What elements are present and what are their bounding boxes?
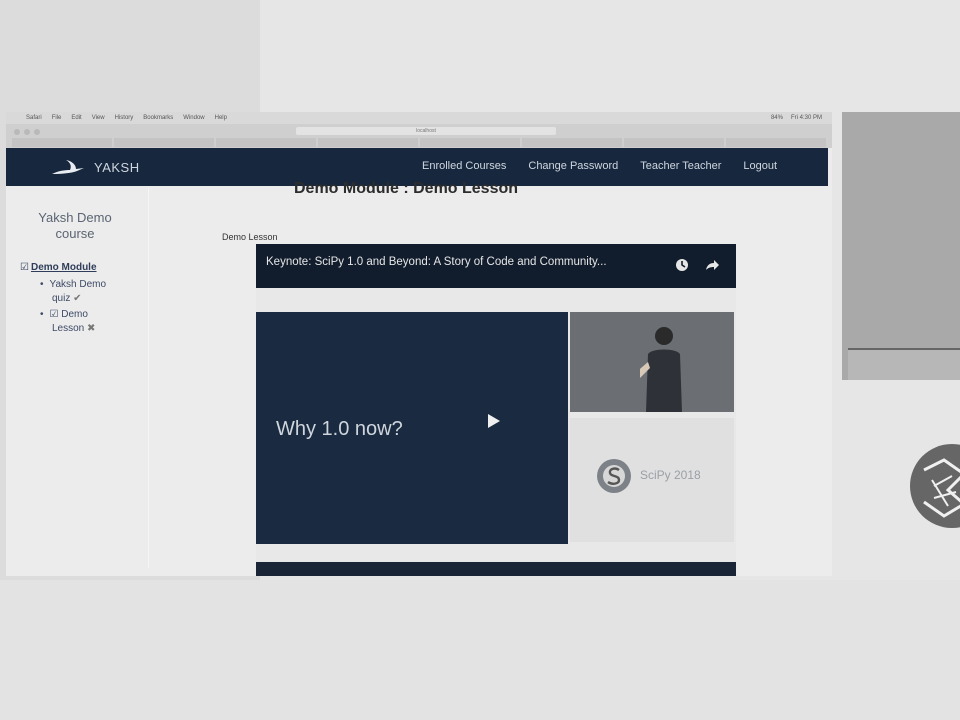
bookmarks-bar (12, 138, 826, 147)
checkbox-icon: ☑ (49, 309, 59, 320)
video-title-bar: Keynote: SciPy 1.0 and Beyond: A Story o… (256, 244, 736, 288)
side-camera-floor (848, 350, 960, 380)
cross-icon: ✖ (87, 323, 96, 334)
menu-history[interactable]: History (115, 115, 134, 121)
bookmark-item[interactable] (420, 138, 520, 147)
side-camera-view (842, 112, 960, 380)
battery-percent: 84% (770, 115, 783, 121)
nav-enrolled-courses[interactable]: Enrolled Courses (422, 160, 506, 172)
sponsor-panel: SciPy 2018 (570, 418, 734, 542)
share-arrow-icon (706, 260, 719, 270)
list-item-quiz[interactable]: • Yaksh Demo quiz ✔ (40, 278, 106, 306)
video-title[interactable]: Keynote: SciPy 1.0 and Beyond: A Story o… (266, 256, 607, 268)
bookmark-item[interactable] (318, 138, 418, 147)
lesson-label-line1[interactable]: Demo (61, 309, 88, 320)
menu-window[interactable]: Window (183, 115, 204, 121)
menu-view[interactable]: View (92, 115, 105, 121)
presentation-slide: Why 1.0 now? (256, 312, 568, 544)
clock-icon (676, 259, 688, 271)
brand-name: YAKSH (94, 159, 140, 175)
nav-links: Enrolled Courses Change Password Teacher… (422, 160, 799, 172)
nav-user-menu[interactable]: Teacher Teacher (640, 160, 721, 172)
play-icon[interactable] (488, 414, 500, 428)
quiz-label-line2[interactable]: quiz (40, 293, 70, 304)
menu-file[interactable]: File (52, 115, 62, 121)
minimize-window-icon[interactable] (24, 129, 30, 135)
menu-help[interactable]: Help (215, 115, 227, 121)
room-floor (0, 580, 960, 720)
bookmark-item[interactable] (522, 138, 622, 147)
quiz-label-line1[interactable]: Yaksh Demo (50, 279, 107, 290)
address-bar[interactable]: localhost (296, 127, 556, 135)
sponsor-text: SciPy 2018 (640, 468, 701, 482)
speaker-camera (570, 312, 734, 412)
sidebar-divider (148, 188, 149, 568)
nav-logout[interactable]: Logout (743, 160, 777, 172)
module-link[interactable]: ☑ Demo Module (20, 262, 97, 273)
zoom-window-icon[interactable] (34, 129, 40, 135)
bookmark-item[interactable] (624, 138, 724, 147)
close-window-icon[interactable] (14, 129, 20, 135)
page-title: Demo Module : Demo Lesson (294, 180, 519, 197)
nav-change-password[interactable]: Change Password (528, 160, 618, 172)
course-title: Yaksh Demo course (38, 210, 112, 241)
bookmark-item[interactable] (114, 138, 214, 147)
mac-menubar: Safari File Edit View History Bookmarks … (6, 112, 832, 124)
menu-safari[interactable]: Safari (26, 115, 42, 121)
menu-edit[interactable]: Edit (71, 115, 81, 121)
video-frame[interactable]: Why 1.0 now? SciPy 2018 (256, 288, 736, 562)
video-footer (256, 562, 736, 576)
bookmark-item[interactable] (726, 138, 826, 147)
crane-logo-icon (52, 160, 84, 174)
checkbox-icon: ☑ (20, 262, 29, 273)
brand[interactable]: YAKSH (50, 157, 140, 177)
watch-later-icon[interactable] (674, 257, 690, 273)
speaker-figure (640, 327, 682, 412)
menu-bookmarks[interactable]: Bookmarks (143, 115, 173, 121)
bookmark-item[interactable] (216, 138, 316, 147)
slide-text: Why 1.0 now? (276, 418, 403, 440)
menubar-clock: Fri 4:30 PM (790, 115, 822, 121)
list-item-lesson[interactable]: • ☑ Demo Lesson ✖ (40, 308, 95, 336)
share-icon[interactable] (704, 257, 720, 273)
lesson-label: Demo Lesson (222, 232, 278, 242)
check-icon: ✔ (73, 293, 82, 304)
conference-logo-icon (910, 444, 960, 528)
browser-chrome: localhost (6, 124, 832, 149)
bullet-icon: • (40, 279, 44, 290)
lesson-label-line2[interactable]: Lesson (40, 323, 84, 334)
bullet-icon: • (40, 309, 44, 320)
bookmark-item[interactable] (12, 138, 112, 147)
course-sidebar: Yaksh Demo course ☑ Demo Module • Yaksh De… (6, 202, 146, 572)
scipy-logo-icon (597, 459, 631, 493)
video-player[interactable]: Keynote: SciPy 1.0 and Beyond: A Story o… (256, 244, 736, 576)
window-controls[interactable] (14, 129, 40, 135)
module-label[interactable]: Demo Module (31, 262, 97, 273)
menubar-status: 84% Fri 4:30 PM (771, 115, 822, 121)
browser-viewport: YAKSH Enrolled Courses Change Password T… (6, 148, 832, 576)
